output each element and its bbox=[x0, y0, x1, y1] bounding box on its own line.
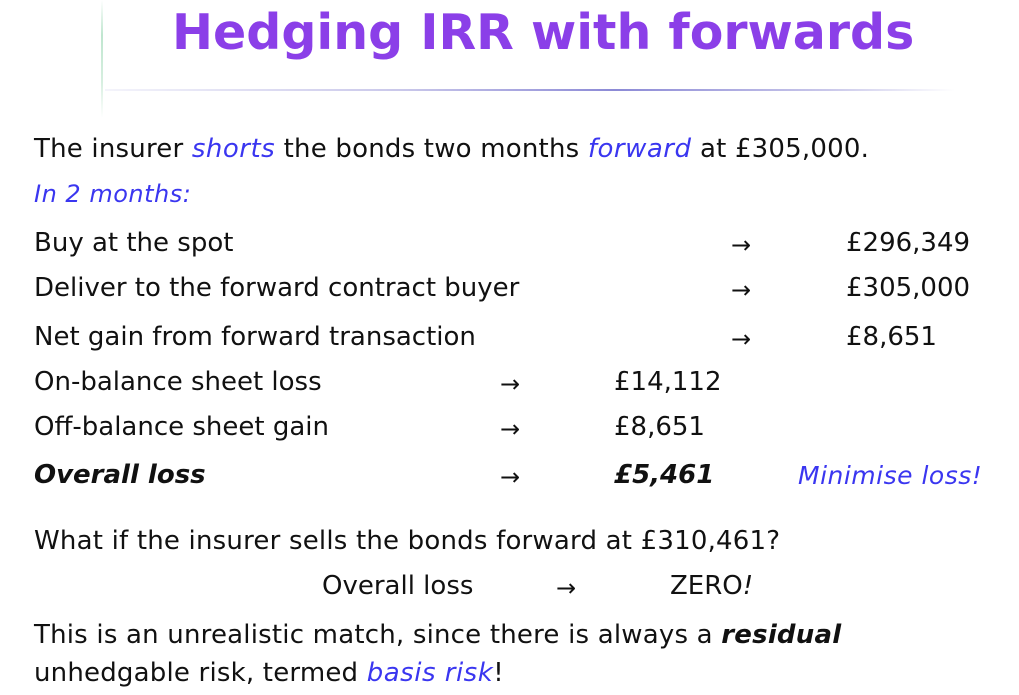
row-value-on-balance-loss: £14,112 bbox=[614, 367, 722, 397]
closing-text-2: unhedgable risk, termed bbox=[34, 658, 367, 688]
row-arrow-on-balance-loss: → bbox=[500, 370, 521, 398]
row-arrow-off-balance-gain: → bbox=[500, 415, 521, 443]
closing-text-1: This is an unrealistic match, since ther… bbox=[34, 620, 722, 650]
zero-exclamation: ! bbox=[742, 571, 754, 601]
intro-text-2: the bonds two months bbox=[275, 134, 588, 164]
intro-text-1: The insurer bbox=[34, 134, 192, 164]
minimise-loss-note: Minimise loss! bbox=[798, 461, 983, 490]
zero-row-value: ZERO! bbox=[670, 571, 754, 602]
row-label-net-gain: Net gain from forward transaction bbox=[34, 322, 476, 352]
intro-line: The insurer shorts the bonds two months … bbox=[34, 134, 870, 165]
row-value-net-gain: £8,651 bbox=[846, 322, 937, 352]
closing-exclamation: ! bbox=[493, 658, 504, 688]
subheading-in-2-months: In 2 months: bbox=[34, 180, 192, 208]
closing-line-2: unhedgable risk, termed basis risk! bbox=[34, 658, 504, 689]
closing-emphasis-residual: residual bbox=[721, 620, 842, 650]
row-label-on-balance-loss: On-balance sheet loss bbox=[34, 367, 322, 397]
intro-text-3: at £305,000. bbox=[691, 134, 870, 164]
row-value-overall-loss: £5,461 bbox=[614, 460, 715, 490]
row-label-overall-loss: Overall loss bbox=[34, 460, 206, 490]
intro-emphasis-forward: forward bbox=[587, 134, 692, 164]
closing-emphasis-basis-risk: basis risk bbox=[366, 658, 494, 688]
row-arrow-overall-loss: → bbox=[500, 463, 521, 491]
row-label-buy-spot: Buy at the spot bbox=[34, 228, 234, 258]
row-value-off-balance-gain: £8,651 bbox=[614, 412, 705, 442]
question-line: What if the insurer sells the bonds forw… bbox=[34, 526, 781, 556]
row-arrow-deliver: → bbox=[731, 276, 752, 304]
row-label-deliver: Deliver to the forward contract buyer bbox=[34, 273, 520, 303]
row-value-deliver: £305,000 bbox=[846, 273, 971, 303]
slide-title: Hedging IRR with forwards bbox=[172, 4, 915, 61]
decorative-vertical-line bbox=[101, 0, 103, 118]
decorative-title-underline bbox=[105, 89, 955, 91]
closing-line-1: This is an unrealistic match, since ther… bbox=[34, 620, 842, 651]
zero-row-label: Overall loss bbox=[322, 571, 474, 601]
zero-value-text: ZERO bbox=[670, 571, 743, 601]
intro-emphasis-shorts: shorts bbox=[191, 134, 276, 164]
row-arrow-net-gain: → bbox=[731, 325, 752, 353]
zero-row-arrow: → bbox=[556, 574, 577, 602]
row-value-buy-spot: £296,349 bbox=[846, 228, 971, 258]
row-label-off-balance-gain: Off-balance sheet gain bbox=[34, 412, 330, 442]
row-arrow-buy-spot: → bbox=[731, 231, 752, 259]
